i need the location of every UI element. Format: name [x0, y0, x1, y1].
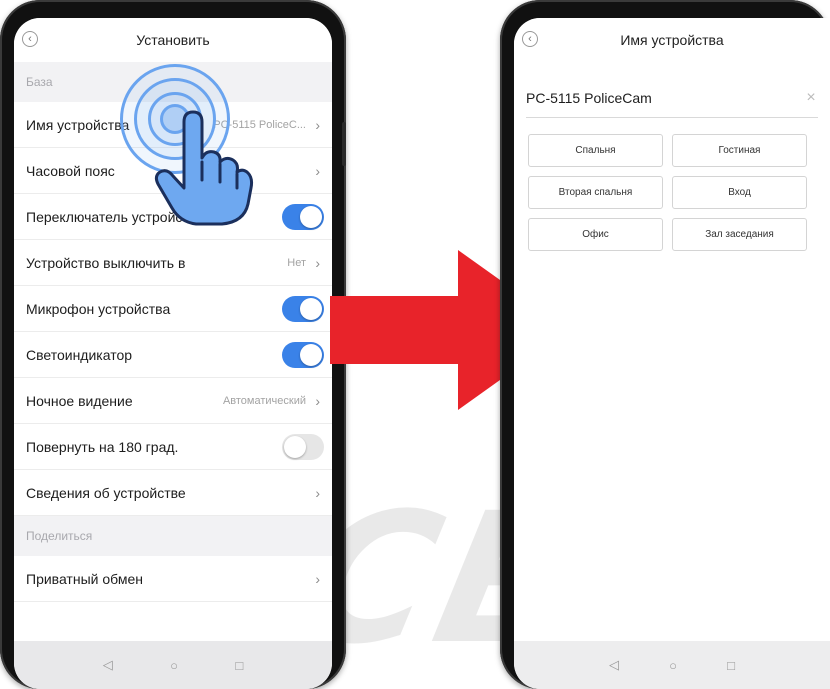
nav-home-icon[interactable]: ○	[170, 658, 178, 673]
settings-row-value: Нет	[287, 256, 306, 269]
clear-icon[interactable]: ×	[804, 89, 818, 107]
chevron-right-icon: ›	[315, 116, 320, 133]
device-name-screen: ‹ Имя устройства PC-5115 PoliceCam × Спа…	[514, 18, 830, 689]
chevron-right-icon: ›	[315, 392, 320, 409]
chevron-left-icon: ‹	[528, 32, 532, 45]
hand-pointer-icon	[154, 110, 254, 226]
settings-row-label: Приватный обмен	[26, 570, 143, 587]
android-navbar: ◁ ○ □	[514, 641, 830, 689]
back-button[interactable]: ‹	[22, 31, 38, 47]
settings-row-label: Ночное видение	[26, 392, 133, 409]
section-header: Поделиться	[14, 516, 332, 556]
device-name-value[interactable]: PC-5115 PoliceCam	[526, 90, 804, 106]
nav-back-icon[interactable]: ◁	[103, 657, 113, 673]
chevron-right-icon: ›	[315, 570, 320, 587]
settings-row[interactable]: Сведения об устройстве ›	[14, 470, 332, 516]
preset-name-button[interactable]: Офис	[528, 218, 663, 251]
page-title: Имя устройства	[620, 32, 724, 48]
settings-row-label: Повернуть на 180 град.	[26, 438, 179, 455]
settings-row[interactable]: Приватный обмен ›	[14, 556, 332, 602]
toggle-switch[interactable]	[282, 341, 324, 368]
settings-row-label: Устройство выключить в	[26, 254, 186, 271]
preset-name-button[interactable]: Зал заседания	[672, 218, 807, 251]
device-name-topbar: ‹ Имя устройства	[514, 18, 830, 62]
nav-home-icon[interactable]: ○	[669, 658, 677, 673]
toggle-knob	[300, 297, 322, 320]
preset-name-button[interactable]: Вход	[672, 176, 807, 209]
settings-row[interactable]: Повернуть на 180 град.	[14, 424, 332, 470]
nav-recent-icon[interactable]: □	[235, 658, 243, 673]
settings-row-value: Автоматический	[222, 394, 306, 407]
toggle-switch[interactable]	[282, 203, 324, 230]
settings-row-label: Сведения об устройстве	[26, 484, 186, 501]
toggle-knob	[300, 205, 322, 228]
settings-topbar: ‹ Установить	[14, 18, 332, 62]
chevron-right-icon: ›	[315, 254, 320, 271]
settings-row[interactable]: Ночное видение Автоматический ›	[14, 378, 332, 424]
toggle-switch[interactable]	[282, 295, 324, 322]
chevron-right-icon: ›	[315, 162, 320, 179]
chevron-left-icon: ‹	[28, 32, 32, 45]
toggle-switch[interactable]	[282, 433, 324, 460]
toggle-knob	[300, 343, 322, 366]
name-presets: Спальня Гостиная Вторая спальня Вход Офис Зал…	[528, 134, 818, 251]
preset-name-button[interactable]: Гостиная	[672, 134, 807, 167]
settings-row[interactable]: Микрофон устройства	[14, 286, 332, 332]
preset-name-button[interactable]: Вторая спальня	[528, 176, 663, 209]
toggle-knob	[284, 435, 306, 458]
android-navbar: ◁ ○ □	[14, 641, 332, 689]
nav-back-icon[interactable]: ◁	[609, 657, 619, 673]
power-button	[342, 122, 346, 166]
settings-row-label: Микрофон устройства	[26, 300, 171, 317]
device-name-input[interactable]: PC-5115 PoliceCam ×	[526, 78, 818, 118]
page-title: Установить	[136, 32, 210, 48]
chevron-right-icon: ›	[315, 484, 320, 501]
settings-row[interactable]: Светоиндикатор	[14, 332, 332, 378]
nav-recent-icon[interactable]: □	[727, 658, 735, 673]
settings-row-label: Светоиндикатор	[26, 346, 133, 363]
settings-row[interactable]: Устройство выключить в Нет ›	[14, 240, 332, 286]
back-button[interactable]: ‹	[522, 31, 538, 47]
preset-name-button[interactable]: Спальня	[528, 134, 663, 167]
